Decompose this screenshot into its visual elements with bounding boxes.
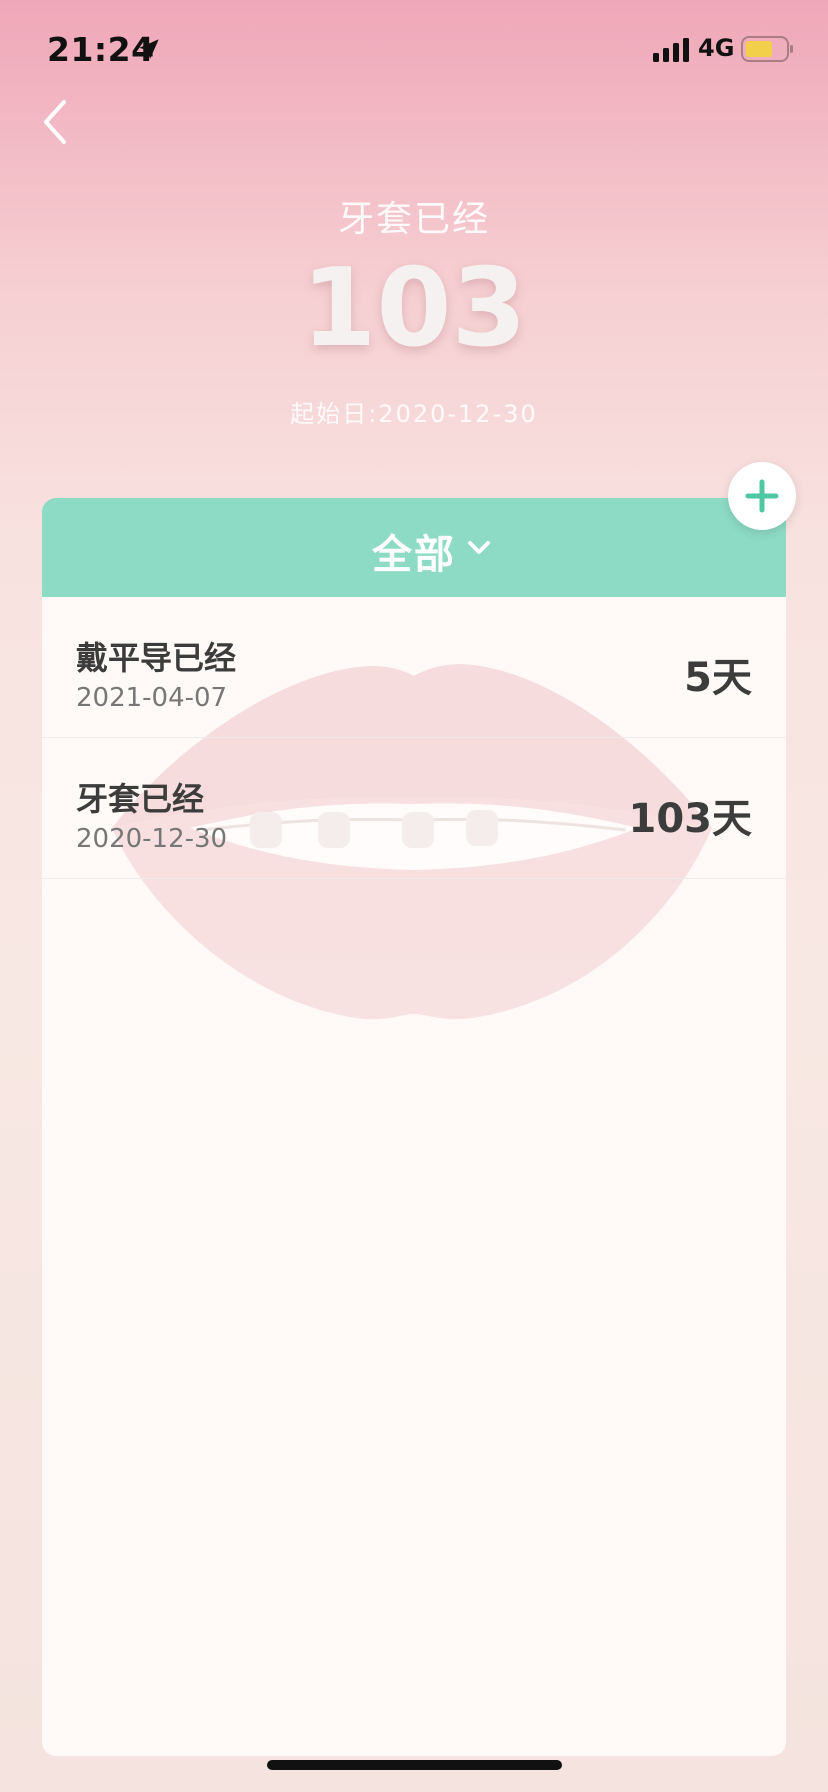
battery-icon	[741, 36, 793, 62]
item-days: 103天	[628, 796, 753, 842]
item-title: 牙套已经	[76, 780, 205, 818]
home-indicator[interactable]	[267, 1760, 562, 1770]
list-item[interactable]: 牙套已经 2020-12-30 103天	[42, 738, 786, 879]
item-title: 戴平导已经	[76, 639, 237, 677]
start-date: 起始日:2020-12-30	[290, 400, 538, 428]
filter-dropdown[interactable]: 全部	[42, 498, 786, 597]
chevron-left-icon	[44, 100, 66, 144]
signal-icon	[653, 38, 689, 62]
list-item[interactable]: 戴平导已经 2021-04-07 5天	[42, 597, 786, 738]
item-days: 5天	[684, 655, 752, 701]
status-bar: 21:24 4G	[0, 0, 828, 100]
network-label: 4G	[698, 34, 735, 62]
location-arrow-icon	[139, 39, 159, 59]
add-record-button[interactable]	[728, 462, 796, 530]
records-card: 全部 戴平导已经 2021-04-07 5天 牙套已经 2020-12-30 1…	[42, 498, 786, 1756]
plus-icon	[745, 479, 779, 513]
counter-title: 牙套已经	[337, 199, 490, 240]
item-date: 2021-04-07	[76, 683, 228, 713]
back-button[interactable]	[34, 92, 78, 152]
counter-value: 103	[301, 246, 527, 371]
item-date: 2020-12-30	[76, 824, 228, 854]
filter-label: 全部	[372, 532, 456, 578]
chevron-down-icon	[468, 541, 490, 554]
